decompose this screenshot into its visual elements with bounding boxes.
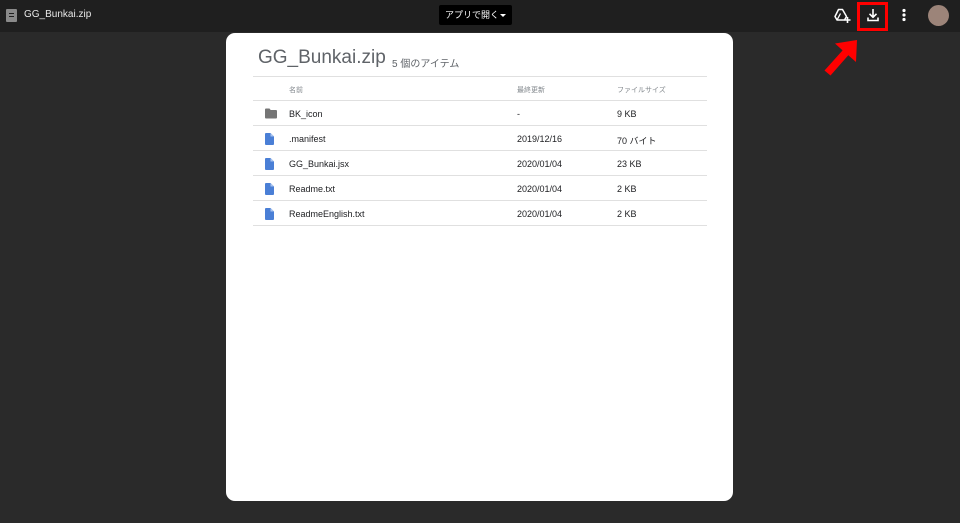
- column-header-modified[interactable]: 最終更新: [517, 85, 545, 95]
- file-row[interactable]: GG_Bunkai.jsx 2020/01/04 23 KB: [253, 151, 707, 176]
- archive-title: GG_Bunkai.zip: [258, 47, 386, 68]
- file-name: .manifest: [289, 134, 326, 144]
- file-name: Readme.txt: [289, 184, 336, 194]
- document-icon: [265, 133, 274, 145]
- file-name: GG_Bunkai.jsx: [289, 159, 350, 169]
- file-modified: 2020/01/04: [517, 159, 563, 169]
- top-bar: GG_Bunkai.zip アプリで開く: [0, 0, 960, 32]
- file-name: ReadmeEnglish.txt: [289, 209, 365, 219]
- open-with-app-button[interactable]: アプリで開く: [439, 5, 512, 25]
- file-modified: 2019/12/16: [517, 134, 563, 144]
- document-icon: [265, 183, 274, 195]
- add-to-drive-icon: [834, 8, 851, 23]
- document-icon: [265, 158, 274, 170]
- file-row[interactable]: BK_icon - 9 KB: [253, 101, 707, 126]
- add-to-drive-button[interactable]: [832, 5, 852, 25]
- file-name: BK_icon: [289, 109, 323, 119]
- file-size: 9 KB: [617, 109, 637, 119]
- red-arrow-annotation: [824, 40, 857, 76]
- file-row[interactable]: ReadmeEnglish.txt 2020/01/04 2 KB: [253, 201, 707, 226]
- file-list: 名前 最終更新 ファイルサイズ BK_icon - 9 KB .manifest…: [253, 76, 707, 226]
- item-count: 5 個のアイテム: [392, 59, 460, 70]
- file-size: 23 KB: [617, 159, 642, 169]
- more-options-button[interactable]: [894, 5, 914, 25]
- account-avatar[interactable]: [928, 5, 949, 26]
- caret-down-icon: [500, 14, 506, 17]
- file-list-header: 名前 最終更新 ファイルサイズ: [253, 76, 707, 101]
- zip-file-icon: [6, 9, 17, 22]
- more-vertical-icon: [902, 8, 906, 22]
- file-row[interactable]: .manifest 2019/12/16 70 バイト: [253, 126, 707, 151]
- file-modified: 2020/01/04: [517, 184, 563, 194]
- document-icon: [265, 208, 274, 220]
- file-modified: -: [517, 109, 520, 119]
- download-button[interactable]: [863, 5, 883, 25]
- column-header-size[interactable]: ファイルサイズ: [617, 85, 666, 95]
- column-header-name[interactable]: 名前: [289, 85, 303, 95]
- download-icon: [867, 9, 879, 22]
- file-title: GG_Bunkai.zip: [24, 9, 92, 20]
- file-size: 2 KB: [617, 209, 637, 219]
- folder-icon: [265, 108, 277, 119]
- file-modified: 2020/01/04: [517, 209, 563, 219]
- file-size: 2 KB: [617, 184, 637, 194]
- file-size: 70 バイト: [617, 136, 657, 146]
- file-row[interactable]: Readme.txt 2020/01/04 2 KB: [253, 176, 707, 201]
- archive-preview-panel: GG_Bunkai.zip 5 個のアイテム 名前 最終更新 ファイルサイズ B…: [226, 33, 733, 501]
- open-with-app-label: アプリで開く: [445, 10, 500, 20]
